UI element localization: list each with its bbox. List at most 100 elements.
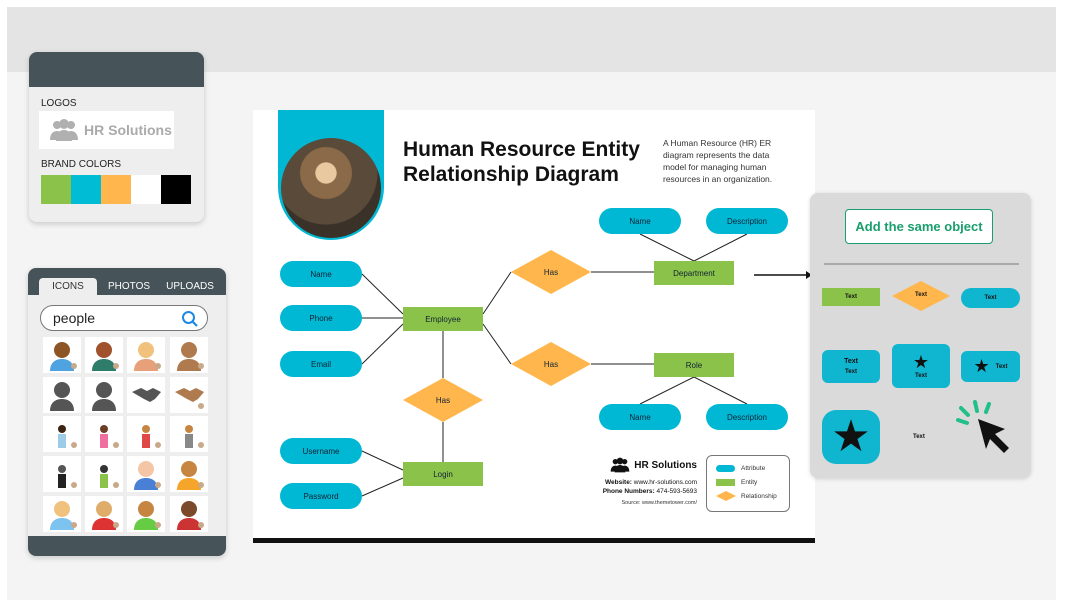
phone-label: Phone Numbers: [602, 488, 655, 495]
tab-photos[interactable]: PHOTOS [103, 278, 155, 295]
glasses-man-icon[interactable] [43, 496, 81, 532]
red-hair-woman-icon[interactable] [127, 337, 165, 373]
wheelchair-woman-icon[interactable] [85, 456, 123, 492]
tab-icons[interactable]: ICONS [39, 278, 97, 295]
website-value: www.hr-solutions.com [633, 479, 697, 486]
tile-subtext: Text [845, 369, 857, 375]
logo-hr-solutions[interactable]: HR Solutions [39, 111, 174, 149]
woman-brown-hair-icon[interactable] [85, 496, 123, 532]
divider [824, 263, 1019, 265]
star-icon: ★ [973, 356, 990, 376]
sample-entity-shape[interactable]: Text [822, 288, 880, 306]
girl-icon[interactable] [85, 416, 123, 452]
header-photo-frame [278, 110, 384, 240]
website-label: Website: [605, 479, 632, 486]
add-same-object-button[interactable]: Add the same object [845, 209, 993, 244]
attribute-department-name[interactable]: Name [599, 208, 681, 234]
relationship-label: Has [543, 267, 559, 277]
attribute-role-description[interactable]: Description [706, 404, 788, 430]
man-icon[interactable] [43, 337, 81, 373]
color-swatch-white[interactable] [131, 175, 161, 204]
attribute-email[interactable]: Email [280, 351, 362, 377]
relationship-has-department[interactable]: Has [511, 250, 591, 294]
pink-hair-woman-icon[interactable] [127, 456, 165, 492]
entity-employee[interactable]: Employee [403, 307, 483, 331]
tile-label: Text [995, 363, 1008, 370]
entity-role[interactable]: Role [654, 353, 734, 377]
color-swatch-black[interactable] [161, 175, 191, 204]
logo-text: HR Solutions [84, 122, 172, 138]
woman-silhouette-icon[interactable] [85, 377, 123, 413]
cursor-click-icon [956, 400, 1009, 453]
sample-plain-text[interactable]: Text [913, 434, 925, 440]
object-duplicate-panel: Add the same object Text Text Text Text … [810, 193, 1031, 478]
brand-colors-label: BRAND COLORS [41, 159, 122, 170]
star-icon: ★ [831, 412, 871, 461]
attribute-phone[interactable]: Phone [280, 305, 362, 331]
diagram-description: A Human Resource (HR) ER diagram represe… [663, 138, 773, 184]
relationship-has-login[interactable]: Has [403, 378, 483, 422]
color-swatch-orange[interactable] [101, 175, 131, 204]
phone-value: 474-593-5693 [656, 488, 697, 495]
entity-login[interactable]: Login [403, 462, 483, 486]
sample-large-star-tile[interactable]: ★ [822, 410, 880, 464]
sample-star-text-tile[interactable]: ★ Text [892, 344, 950, 388]
color-swatch-green[interactable] [41, 175, 71, 204]
person-silhouette-icon[interactable] [43, 377, 81, 413]
tab-uploads[interactable]: UPLOADS [161, 278, 219, 295]
source-text: Source: www.themetower.com/ [621, 500, 697, 506]
turban-man-icon[interactable] [170, 416, 208, 452]
sample-star-inline-tile[interactable]: ★ Text [961, 351, 1020, 382]
diagram-legend: Attribute Entity Relationship [706, 455, 790, 512]
attribute-role-name[interactable]: Name [599, 404, 681, 430]
brand-color-swatches [41, 175, 191, 204]
tile-heading: Text [844, 358, 858, 365]
people-logo-icon [610, 457, 630, 473]
legend-relationship-swatch [716, 491, 736, 501]
attribute-department-description[interactable]: Description [706, 208, 788, 234]
legend-entity-label: Entity [741, 479, 758, 486]
title-line-1: Human Resource Entity [403, 138, 640, 161]
search-input[interactable]: people [40, 305, 208, 331]
bearded-man-icon[interactable] [170, 496, 208, 532]
legend-attribute-label: Attribute [741, 465, 766, 472]
people-logo-icon [50, 119, 78, 141]
relationship-label: Has [543, 359, 559, 369]
attribute-employee-name[interactable]: Name [280, 261, 362, 287]
bald-old-man-icon[interactable] [127, 496, 165, 532]
sample-two-text-tile[interactable]: Text Text [822, 350, 880, 383]
man-face-icon[interactable] [170, 337, 208, 373]
relationship-label: Has [435, 395, 451, 405]
search-icon[interactable] [181, 310, 199, 328]
sample-diamond-shape[interactable]: Text [892, 281, 950, 311]
entity-department[interactable]: Department [654, 261, 734, 285]
company-name: HR Solutions [634, 459, 697, 471]
hijab-woman-icon[interactable] [43, 456, 81, 492]
sample-pill-shape[interactable]: Text [961, 288, 1020, 308]
arrow-right-icon [754, 271, 812, 279]
diagram-title: Human Resource Entity Relationship Diagr… [403, 137, 640, 187]
search-value: people [53, 310, 96, 326]
handshake-icon[interactable] [127, 377, 165, 413]
color-swatch-cyan[interactable] [71, 175, 101, 204]
panel-header [29, 52, 204, 87]
brand-kit-panel: LOGOS HR Solutions BRAND COLORS [29, 52, 204, 222]
tile-label: Text [915, 373, 927, 379]
legend-relationship-label: Relationship [741, 493, 777, 500]
shape-label: Text [915, 292, 927, 298]
woman-face-icon[interactable] [170, 456, 208, 492]
relationship-has-role[interactable]: Has [511, 342, 591, 386]
boy-waving-icon[interactable] [127, 416, 165, 452]
woman-standing-icon[interactable] [43, 416, 81, 452]
star-icon: ★ [912, 352, 930, 372]
attribute-password[interactable]: Password [280, 483, 362, 509]
asset-library-panel: ICONS PHOTOS UPLOADS people [28, 268, 226, 556]
attribute-username[interactable]: Username [280, 438, 362, 464]
handshake-skin-icon[interactable] [170, 377, 208, 413]
logos-label: LOGOS [41, 98, 77, 109]
title-line-2: Relationship Diagram [403, 163, 619, 186]
company-footer: HR Solutions Website: www.hr-solutions.c… [593, 457, 697, 506]
hr-team-photo [281, 138, 381, 238]
er-diagram-canvas[interactable]: Human Resource Entity Relationship Diagr… [253, 110, 815, 543]
family-icon[interactable] [85, 337, 123, 373]
